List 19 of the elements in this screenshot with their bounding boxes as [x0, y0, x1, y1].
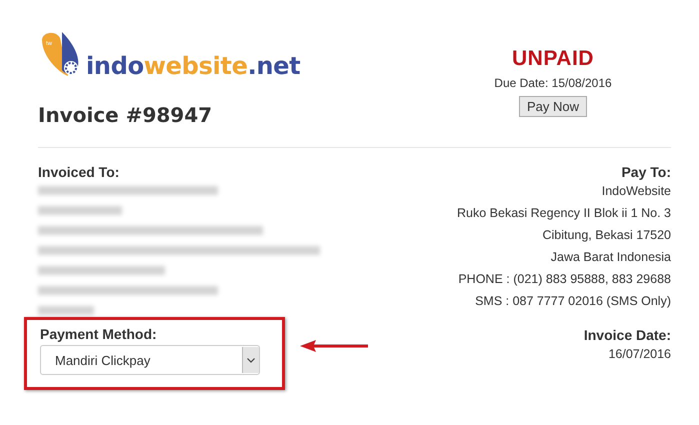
logo-text: indowebsite.net — [86, 54, 300, 78]
invoice-date: 16/07/2016 — [608, 346, 671, 363]
pay-now-button[interactable]: Pay Now — [518, 96, 588, 117]
pay-to-line: SMS : 087 7777 02016 (SMS Only) — [475, 293, 671, 310]
pay-to-line: PHONE : (021) 883 95888, 883 29688 — [458, 271, 671, 288]
pay-to-line: Ruko Bekasi Regency II Blok ii 1 No. 3 — [457, 205, 671, 222]
pay-to-line: Cibitung, Bekasi 17520 — [542, 227, 671, 244]
payment-method-label: Payment Method: — [40, 326, 158, 342]
caret-icon — [247, 358, 255, 362]
pay-to-line: IndoWebsite — [602, 183, 671, 200]
pay-to-heading: Pay To: — [621, 164, 671, 180]
invoiced-to-heading: Invoiced To: — [38, 164, 120, 180]
invoice-title: Invoice #98947 — [38, 103, 214, 127]
payment-method-dropdown[interactable]: Mandiri Clickpay — [40, 345, 260, 375]
arrow-icon — [300, 339, 370, 353]
pay-to-line: Jawa Barat Indonesia — [550, 249, 671, 266]
status-label: UNPAID — [512, 47, 594, 71]
due-date: Due Date: 15/08/2016 — [494, 76, 612, 90]
invoice-date-label: Invoice Date: — [584, 327, 671, 343]
